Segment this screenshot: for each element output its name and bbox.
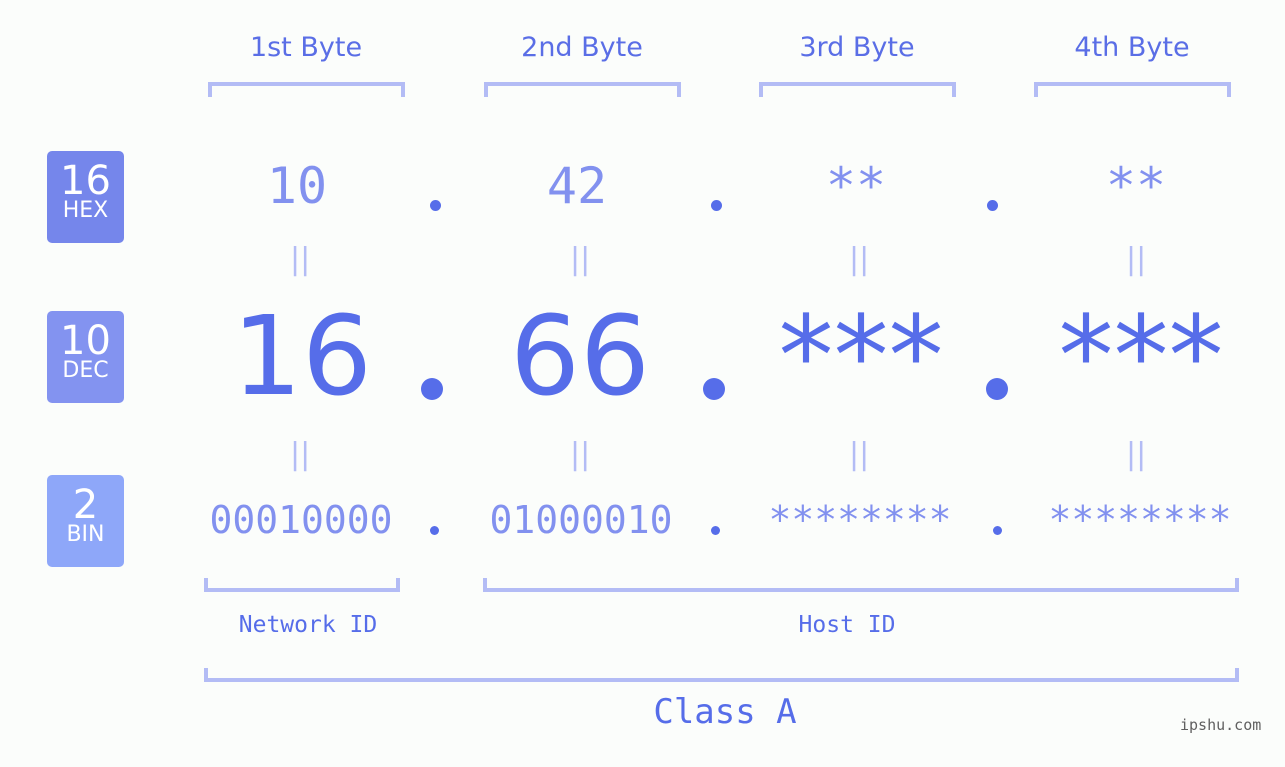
class-label: Class A xyxy=(653,692,797,732)
bin-byte-3: ******** xyxy=(768,498,952,542)
equals-dec-bin-4: || xyxy=(1126,437,1147,472)
byte-header-3: 3rd Byte xyxy=(799,32,915,63)
equals-hex-dec-1: || xyxy=(290,242,311,277)
bin-byte-1: 00010000 xyxy=(209,498,393,542)
dec-byte-4: *** xyxy=(1058,292,1224,420)
dec-badge-label: DEC xyxy=(62,358,109,383)
equals-dec-bin-1: || xyxy=(290,437,311,472)
hex-badge: 16 HEX xyxy=(47,151,124,243)
network-id-label: Network ID xyxy=(238,612,378,638)
equals-dec-bin-2: || xyxy=(570,437,591,472)
dec-byte-3: *** xyxy=(778,292,944,420)
dec-byte-2: 66 xyxy=(510,292,650,420)
hex-dot-2 xyxy=(711,200,722,211)
bin-dot-3 xyxy=(993,526,1002,535)
hex-byte-3: ** xyxy=(825,157,887,215)
equals-hex-dec-3: || xyxy=(849,242,870,277)
byte-header-1: 1st Byte xyxy=(249,32,363,63)
hex-badge-label: HEX xyxy=(62,198,109,223)
bin-byte-2: 01000010 xyxy=(489,498,673,542)
hex-byte-4: ** xyxy=(1105,157,1167,215)
byte-bracket-2 xyxy=(484,82,681,97)
byte-header-2: 2nd Byte xyxy=(521,32,643,63)
class-bracket xyxy=(204,668,1239,682)
network-id-bracket xyxy=(204,578,400,592)
hex-byte-2: 42 xyxy=(546,157,608,215)
byte-header-4: 4th Byte xyxy=(1074,32,1190,63)
dec-dot-3 xyxy=(986,378,1008,400)
bin-badge-label: BIN xyxy=(66,522,105,547)
host-id-bracket xyxy=(483,578,1239,592)
byte-bracket-4 xyxy=(1034,82,1231,97)
byte-bracket-1 xyxy=(208,82,405,97)
bin-dot-1 xyxy=(430,526,439,535)
bin-badge-base: 2 xyxy=(72,482,99,528)
equals-hex-dec-4: || xyxy=(1126,242,1147,277)
bin-badge: 2 BIN xyxy=(47,475,124,567)
bin-byte-4: ******** xyxy=(1048,498,1232,542)
dec-dot-2 xyxy=(703,378,725,400)
dec-dot-1 xyxy=(421,378,443,400)
hex-byte-1: 10 xyxy=(266,157,328,215)
hex-dot-3 xyxy=(987,200,998,211)
byte-bracket-3 xyxy=(759,82,956,97)
host-id-label: Host ID xyxy=(798,612,896,638)
hex-dot-1 xyxy=(430,200,441,211)
dec-byte-1: 16 xyxy=(232,292,372,420)
equals-hex-dec-2: || xyxy=(570,242,591,277)
hex-badge-base: 16 xyxy=(60,158,111,204)
equals-dec-bin-3: || xyxy=(849,437,870,472)
dec-badge-base: 10 xyxy=(60,318,111,364)
bin-dot-2 xyxy=(711,526,720,535)
dec-badge: 10 DEC xyxy=(47,311,124,403)
brand-watermark: ipshu.com xyxy=(1180,716,1262,734)
